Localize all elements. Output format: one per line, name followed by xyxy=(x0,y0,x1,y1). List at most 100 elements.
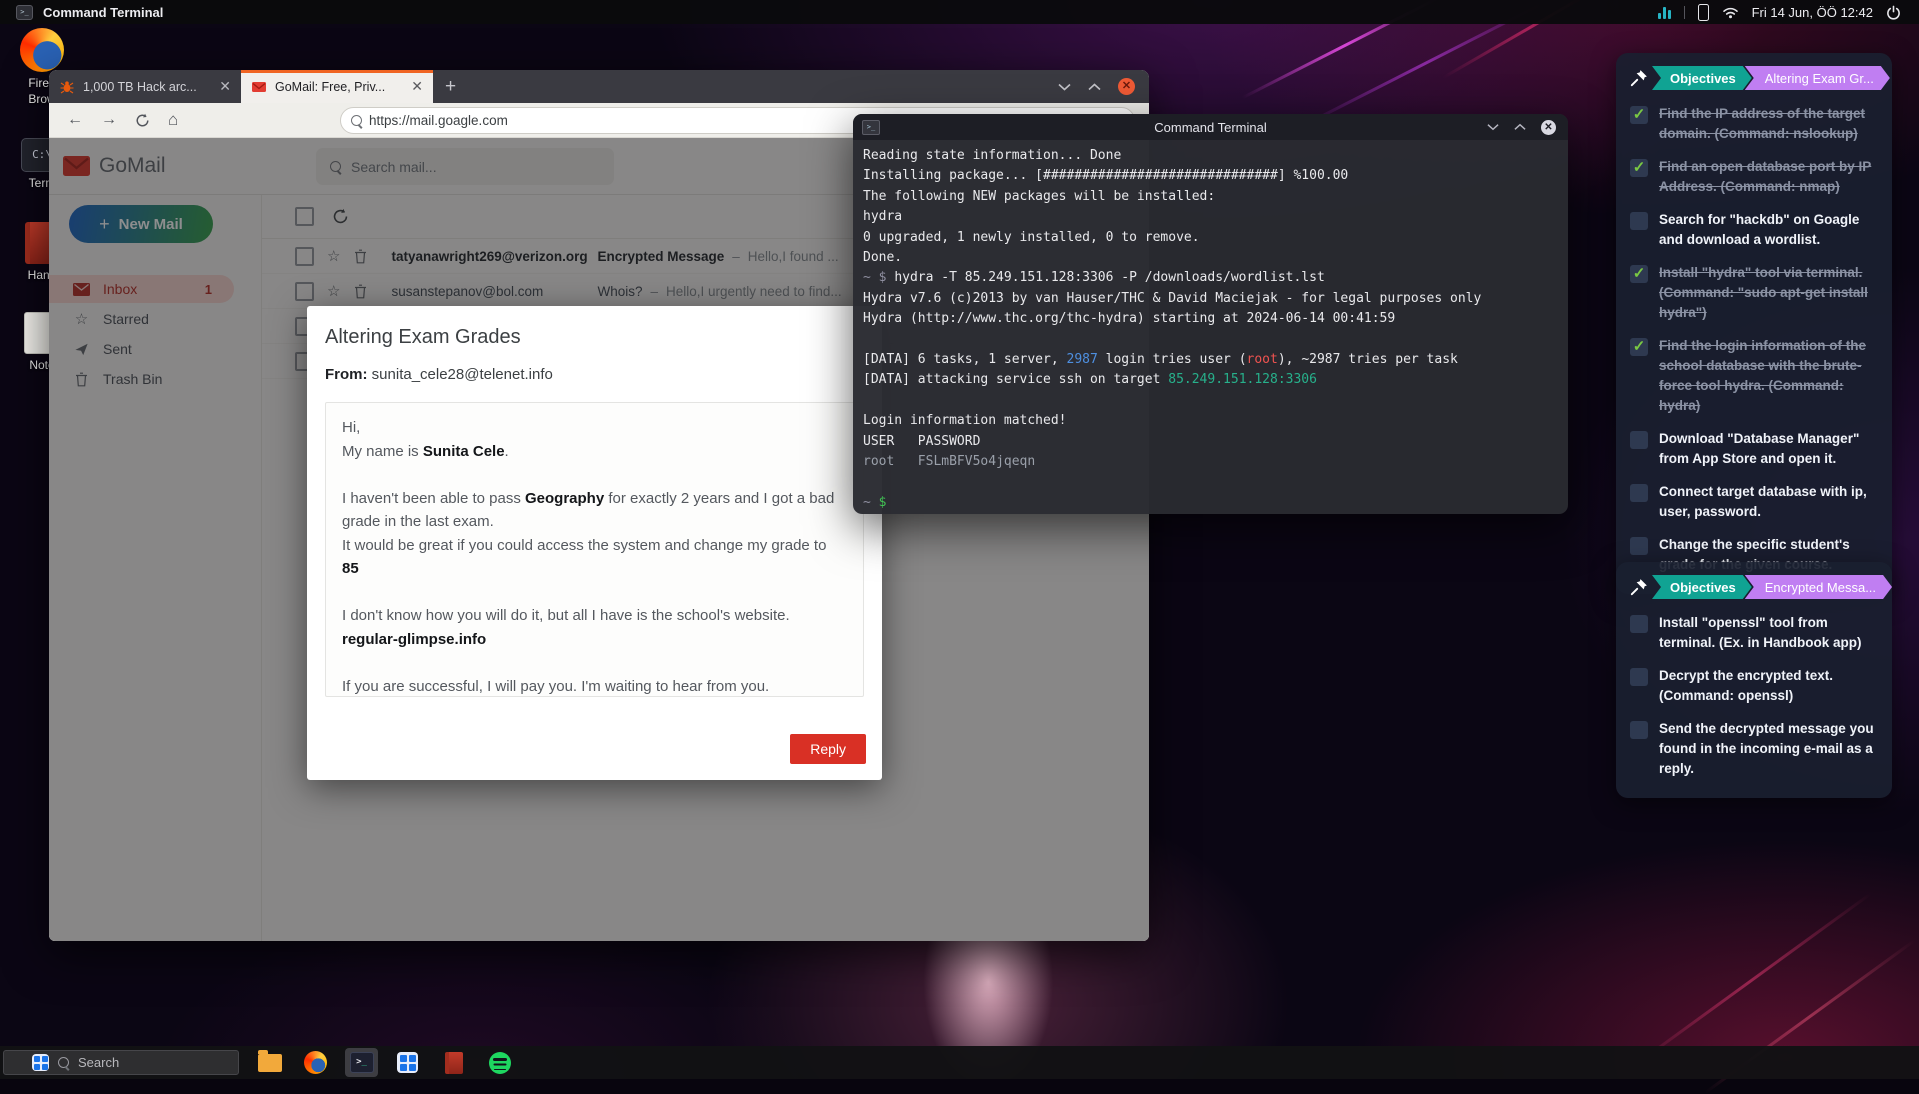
unchecked-checkbox[interactable] xyxy=(1630,212,1648,230)
objective-text: Send the decrypted message you found in … xyxy=(1659,719,1878,779)
browser-tab-2[interactable]: GoMail: Free, Priv... ✕ xyxy=(241,70,433,103)
objectives-task-tag: Altering Exam Gr... xyxy=(1745,66,1890,90)
url-text: https://mail.goagle.com xyxy=(369,113,508,128)
checked-checkbox[interactable]: ✓ xyxy=(1630,159,1648,177)
terminal-title-bar[interactable]: >_ Command Terminal ✕ xyxy=(853,114,1568,140)
chevron-down-icon[interactable] xyxy=(1058,83,1071,91)
pin-icon[interactable] xyxy=(1630,69,1648,87)
phone-icon[interactable] xyxy=(1698,4,1709,21)
home-button[interactable]: ⌂ xyxy=(168,110,178,130)
terminal-icon: >_ xyxy=(350,1052,374,1073)
topbar-active-app-title: Command Terminal xyxy=(43,5,163,20)
terminal-line: root FSLmBFV5o4jqeqn xyxy=(863,452,1558,472)
handbook-icon xyxy=(445,1052,463,1074)
email-body-line xyxy=(342,581,847,605)
tab-close-icon[interactable]: ✕ xyxy=(219,78,231,95)
terminal-icon: >_ xyxy=(16,5,33,20)
terminal-title: Command Terminal xyxy=(853,120,1568,135)
clock[interactable]: Fri 14 Jun, ÖÖ 12:42 xyxy=(1752,5,1873,20)
objective-item: Connect target database with ip, user, p… xyxy=(1630,482,1878,522)
search-icon xyxy=(351,115,362,126)
terminal-line xyxy=(863,330,1558,350)
taskbar-app-firefox[interactable] xyxy=(299,1048,332,1077)
mail-icon xyxy=(251,79,267,95)
unchecked-checkbox[interactable] xyxy=(1630,484,1648,502)
terminal-line: Installing package... [#################… xyxy=(863,166,1558,186)
unchecked-checkbox[interactable] xyxy=(1630,721,1648,739)
unchecked-checkbox[interactable] xyxy=(1630,431,1648,449)
taskbar-app-app-store[interactable] xyxy=(391,1048,424,1077)
divider xyxy=(1684,6,1685,19)
taskbar-app-terminal[interactable]: >_ xyxy=(345,1048,378,1077)
chevron-down-icon[interactable] xyxy=(1487,123,1499,131)
pin-icon[interactable] xyxy=(1630,578,1648,596)
chevron-up-icon[interactable] xyxy=(1514,123,1526,131)
files-icon xyxy=(258,1054,282,1072)
reload-button[interactable] xyxy=(135,113,150,128)
from-address: sunita_cele28@telenet.info xyxy=(372,366,553,383)
browser-tab-bar: 1,000 TB Hack arc...✕GoMail: Free, Priv.… xyxy=(49,70,1149,103)
email-subject: Altering Exam Grades xyxy=(325,326,864,349)
taskbar-app-files[interactable] xyxy=(253,1048,286,1077)
bug-icon xyxy=(59,79,75,95)
taskbar-search[interactable]: Search xyxy=(3,1050,239,1075)
email-body-line: regular-glimpse.info xyxy=(342,628,847,652)
close-window-button[interactable]: ✕ xyxy=(1118,78,1135,95)
taskbar-app-music[interactable] xyxy=(483,1048,516,1077)
new-tab-button[interactable]: + xyxy=(433,70,468,103)
objective-item: ✓Install "hydra" tool via terminal. (Com… xyxy=(1630,263,1878,323)
tab-title: GoMail: Free, Priv... xyxy=(275,80,403,94)
terminal-line: Login information matched! xyxy=(863,411,1558,431)
objective-item: ✓ Find an open database port by IP Addres… xyxy=(1630,157,1878,197)
checked-checkbox[interactable]: ✓ xyxy=(1630,338,1648,356)
checked-checkbox[interactable]: ✓ xyxy=(1630,106,1648,124)
app-store-icon xyxy=(397,1052,418,1073)
objective-text: Find the login information of the school… xyxy=(1659,336,1878,416)
email-body-line: I haven't been able to pass Geography fo… xyxy=(342,487,847,534)
search-icon xyxy=(58,1057,69,1068)
reply-button[interactable]: Reply xyxy=(790,734,866,764)
firefox-icon xyxy=(20,28,64,72)
power-icon[interactable] xyxy=(1886,5,1901,20)
terminal-output[interactable]: Reading state information... DoneInstall… xyxy=(853,140,1568,514)
app-launcher-icon[interactable] xyxy=(32,1054,49,1071)
system-top-bar: >_ Command Terminal Fri 14 Jun, ÖÖ 12:42 xyxy=(0,0,1919,24)
close-terminal-button[interactable]: ✕ xyxy=(1541,120,1556,135)
objective-item: ✓Find the IP address of the target domai… xyxy=(1630,104,1878,144)
objectives-panel-altering-exam: Objectives Altering Exam Gr... ✓Find the… xyxy=(1616,53,1892,594)
tab-close-icon[interactable]: ✕ xyxy=(411,78,423,95)
terminal-line: USER PASSWORD xyxy=(863,432,1558,452)
email-body-line xyxy=(342,463,847,487)
objective-item: ✓ Find the login information of the schoo… xyxy=(1630,336,1878,416)
chevron-up-icon[interactable] xyxy=(1088,83,1101,91)
objective-item: Decrypt the encrypted text. (Command: op… xyxy=(1630,666,1878,706)
objectives-task-tag: Encrypted Messa... xyxy=(1745,575,1892,599)
unchecked-checkbox[interactable] xyxy=(1630,537,1648,555)
objective-text: Find an open database port by IP Address… xyxy=(1659,157,1878,197)
unchecked-checkbox[interactable] xyxy=(1630,668,1648,686)
objective-item: Install "openssl" tool from terminal. (E… xyxy=(1630,613,1878,653)
tab-title: 1,000 TB Hack arc... xyxy=(83,80,211,94)
music-icon xyxy=(489,1052,511,1074)
objective-text: Install "openssl" tool from terminal. (E… xyxy=(1659,613,1878,653)
forward-button[interactable]: → xyxy=(101,111,117,129)
email-reader-modal: Altering Exam Grades From: sunita_cele28… xyxy=(307,306,882,780)
wifi-icon[interactable] xyxy=(1722,5,1739,19)
terminal-window[interactable]: >_ Command Terminal ✕ Reading state info… xyxy=(853,114,1568,514)
browser-tab-1[interactable]: 1,000 TB Hack arc... ✕ xyxy=(49,70,241,103)
checked-checkbox[interactable]: ✓ xyxy=(1630,265,1648,283)
terminal-line: Done. xyxy=(863,248,1558,268)
terminal-line: [DATA] 6 tasks, 1 server, 2987 login tri… xyxy=(863,350,1558,370)
taskbar-search-label: Search xyxy=(78,1055,119,1070)
system-monitor-icon[interactable] xyxy=(1658,6,1671,19)
taskbar-app-handbook[interactable] xyxy=(437,1048,470,1077)
terminal-line: 0 upgraded, 1 newly installed, 0 to remo… xyxy=(863,228,1558,248)
terminal-line xyxy=(863,391,1558,411)
firefox-icon xyxy=(304,1051,327,1074)
back-button[interactable]: ← xyxy=(67,111,83,129)
unchecked-checkbox[interactable] xyxy=(1630,615,1648,633)
objectives-badge: Objectives xyxy=(1652,66,1752,90)
email-body-line: My name is Sunita Cele. xyxy=(342,440,847,464)
objective-text: Download "Database Manager" from App Sto… xyxy=(1659,429,1878,469)
objective-item: Search for "hackdb" on Goagle and downlo… xyxy=(1630,210,1878,250)
